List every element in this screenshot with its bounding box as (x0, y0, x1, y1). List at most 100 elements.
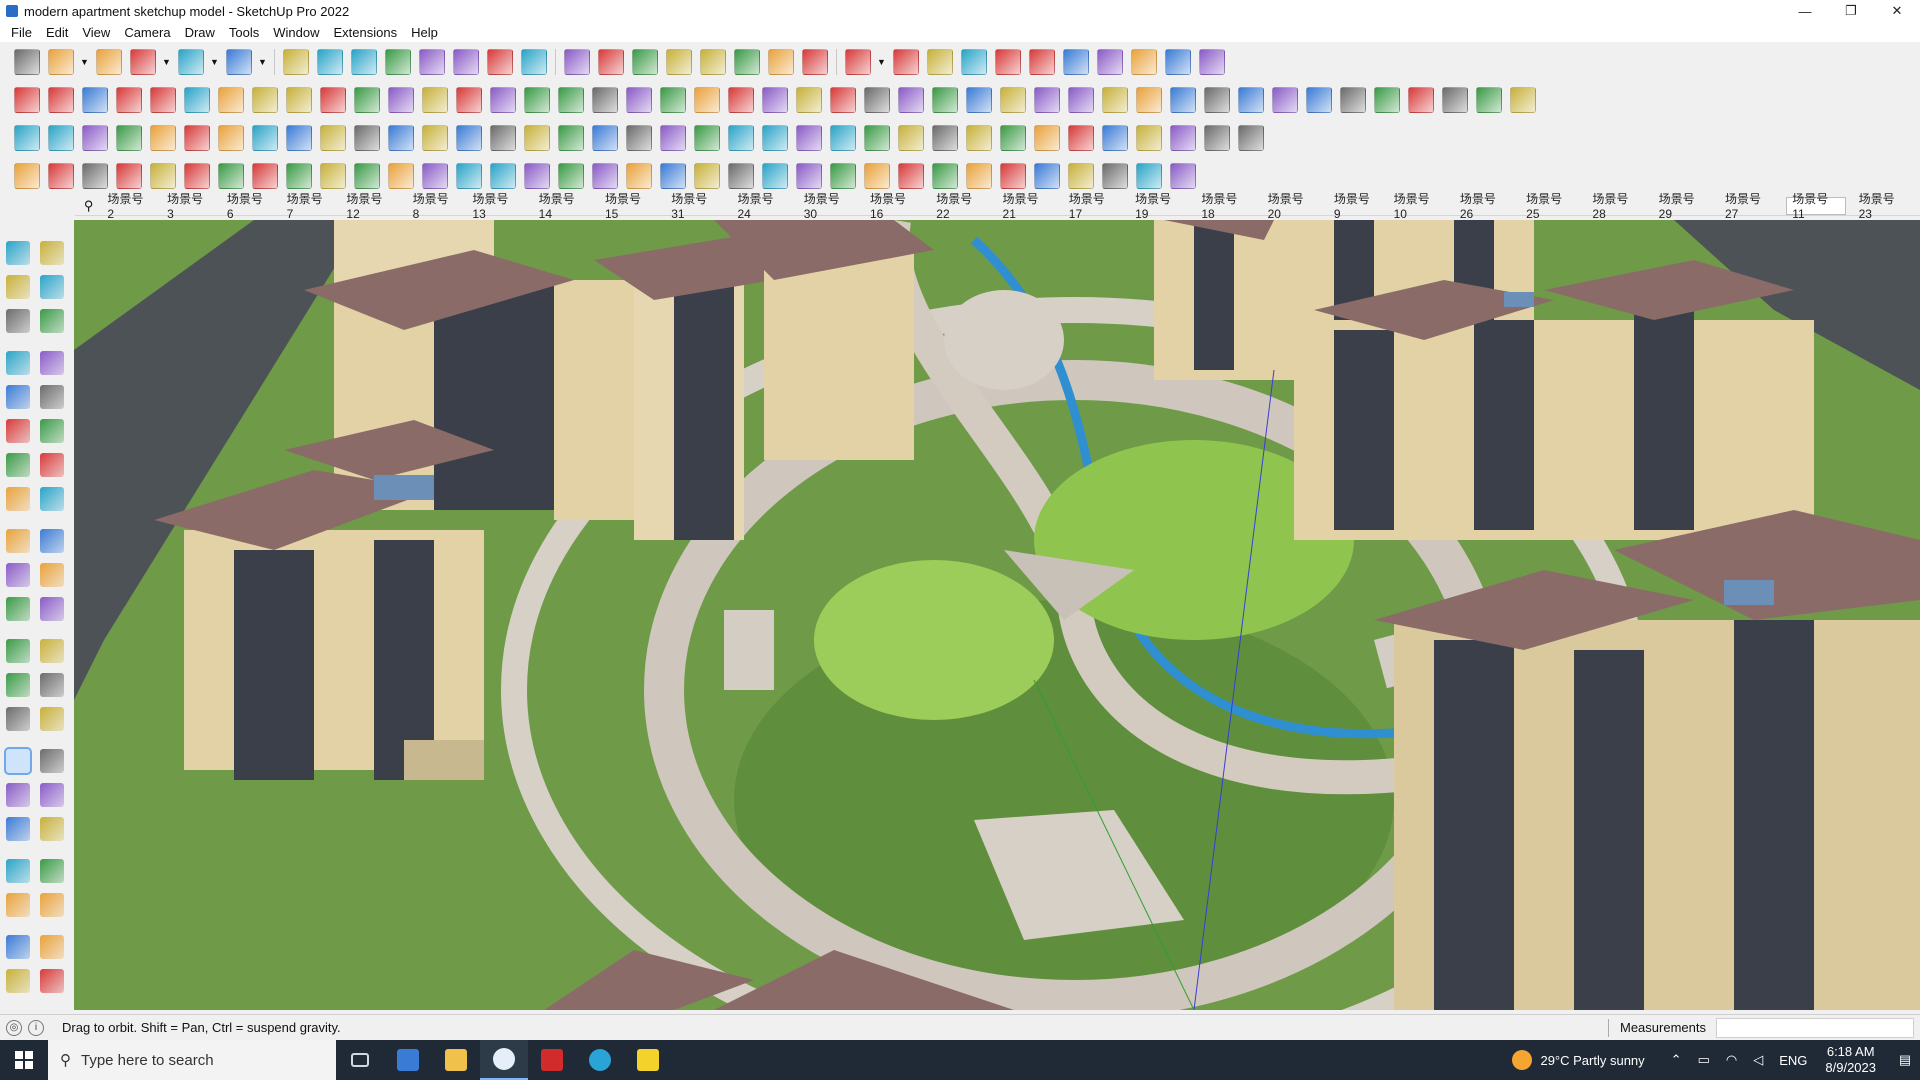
search-icon[interactable] (14, 49, 40, 75)
magnet-icon[interactable] (796, 125, 822, 151)
roof-icon[interactable] (626, 163, 652, 189)
zoom-tool-icon[interactable] (6, 783, 30, 807)
circle-icon[interactable] (864, 87, 890, 113)
notification-icon[interactable]: ▤ (1890, 1040, 1920, 1080)
gear-icon[interactable] (150, 163, 176, 189)
face-icon[interactable] (1408, 87, 1434, 113)
scene-tab[interactable]: 场景号7 (282, 192, 334, 221)
pipe-icon[interactable] (388, 125, 414, 151)
sandbox2-icon[interactable] (734, 49, 760, 75)
arc2-tool-icon[interactable] (40, 453, 64, 477)
geo-location-icon[interactable]: ◎ (6, 1019, 22, 1036)
sandbox4-icon[interactable] (802, 49, 828, 75)
zoom-extents-tool-icon[interactable] (6, 817, 30, 841)
plugin2-icon[interactable] (898, 125, 924, 151)
roof9-icon[interactable] (898, 163, 924, 189)
dropdown-icon[interactable]: ▼ (162, 49, 172, 75)
ring3-icon[interactable] (694, 125, 720, 151)
line-red-icon[interactable] (1204, 87, 1230, 113)
text-icon[interactable] (487, 49, 513, 75)
lasso2-icon[interactable] (1204, 125, 1230, 151)
scene-tab[interactable]: 场景号13 (467, 192, 525, 221)
layer5-icon[interactable] (150, 125, 176, 151)
grid3-icon[interactable] (1068, 125, 1094, 151)
roof11-icon[interactable] (966, 163, 992, 189)
scene-tab[interactable]: 场景号20 (1263, 192, 1321, 221)
section-plane-icon[interactable] (40, 893, 64, 917)
cube3-icon[interactable] (82, 87, 108, 113)
scale-icon[interactable] (419, 49, 445, 75)
task-view-button[interactable] (336, 1040, 384, 1080)
dimension-tool-icon[interactable] (40, 639, 64, 663)
gear2-icon[interactable] (286, 163, 312, 189)
scene-tab[interactable]: 场景号3 (162, 192, 214, 221)
box2-icon[interactable] (1510, 87, 1536, 113)
grid4-icon[interactable] (1102, 125, 1128, 151)
scene-tab[interactable]: 场景号16 (865, 192, 923, 221)
scene-tab[interactable]: 场景号28 (1587, 192, 1645, 221)
hand-icon[interactable] (796, 87, 822, 113)
hidden-icon[interactable] (490, 87, 516, 113)
material-icon[interactable] (927, 49, 953, 75)
scene-tab[interactable]: 场景号30 (799, 192, 857, 221)
loop-icon[interactable] (218, 125, 244, 151)
section-icon[interactable] (845, 49, 871, 75)
grid2-icon[interactable] (1034, 125, 1060, 151)
eraser2-icon[interactable] (1238, 87, 1264, 113)
stair-icon[interactable] (456, 163, 482, 189)
scene-tab[interactable]: 场景号18 (1196, 192, 1254, 221)
page-icon[interactable] (320, 125, 346, 151)
beam3-icon[interactable] (388, 163, 414, 189)
stamp-icon[interactable] (1374, 87, 1400, 113)
text-tool-icon[interactable] (40, 673, 64, 697)
arrow-red-icon[interactable] (116, 87, 142, 113)
move2-icon[interactable] (728, 125, 754, 151)
sketchup-app[interactable] (480, 1040, 528, 1080)
line-tool-icon[interactable] (6, 351, 30, 375)
pan-icon[interactable] (598, 49, 624, 75)
stair3-icon[interactable] (524, 163, 550, 189)
wall-icon[interactable] (592, 163, 618, 189)
roof16-icon[interactable] (1136, 163, 1162, 189)
acrobat-app[interactable] (528, 1040, 576, 1080)
house-icon[interactable] (592, 87, 618, 113)
prev-view-icon[interactable] (40, 817, 64, 841)
eraser-tool-icon[interactable] (40, 275, 64, 299)
plugin-icon[interactable] (864, 125, 890, 151)
offset-tool-icon[interactable] (40, 597, 64, 621)
roof12-icon[interactable] (1000, 163, 1026, 189)
shaded-icon[interactable] (422, 87, 448, 113)
paint-tool-icon[interactable] (6, 275, 30, 299)
layer4-icon[interactable] (116, 125, 142, 151)
scene-tab[interactable]: 场景号21 (998, 192, 1056, 221)
rotate-icon[interactable] (385, 49, 411, 75)
roof15-icon[interactable] (1102, 163, 1128, 189)
view-right-icon[interactable] (218, 87, 244, 113)
scene-tab[interactable]: 场景号14 (534, 192, 592, 221)
tape-tool-icon[interactable] (6, 639, 30, 663)
menu-file[interactable]: File (4, 25, 39, 40)
volume-icon[interactable]: ◁ (1753, 1052, 1763, 1068)
tag-tool-icon[interactable] (40, 309, 64, 333)
layer-icon[interactable] (14, 125, 40, 151)
rotated-rect-icon[interactable] (40, 385, 64, 409)
undo-icon[interactable] (1131, 49, 1157, 75)
updown2-icon[interactable] (1029, 49, 1055, 75)
chevron-up-icon[interactable]: ⌃ (1671, 1052, 1682, 1068)
line-icon[interactable] (14, 163, 40, 189)
layer3-icon[interactable] (82, 125, 108, 151)
shell-icon[interactable] (1442, 87, 1468, 113)
redo-icon[interactable] (1165, 49, 1191, 75)
knife-icon[interactable] (116, 163, 142, 189)
scene-tab[interactable]: 场景号31 (666, 192, 724, 221)
scene-tab[interactable]: 场景号24 (732, 192, 790, 221)
square-red-icon[interactable] (252, 125, 278, 151)
pie-tool-icon[interactable] (40, 487, 64, 511)
scene-tab[interactable]: 场景号10 (1389, 192, 1447, 221)
dropdown-icon[interactable]: ▼ (80, 49, 90, 75)
roof3-icon[interactable] (694, 163, 720, 189)
walk-tool-icon[interactable] (6, 893, 30, 917)
roof5-icon[interactable] (762, 163, 788, 189)
scene-tab[interactable]: 场景号2 (102, 192, 154, 221)
arc3-tool-icon[interactable] (6, 487, 30, 511)
